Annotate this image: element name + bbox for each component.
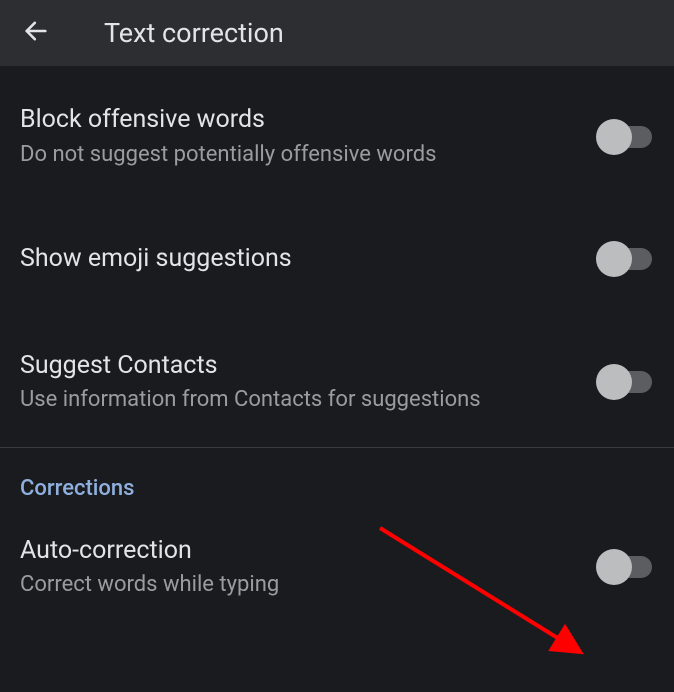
setting-desc: Use information from Contacts for sugges… xyxy=(20,386,580,415)
toggle-suggest-contacts[interactable] xyxy=(600,371,652,393)
setting-emoji-suggestions[interactable]: Show emoji suggestions xyxy=(0,221,674,298)
back-arrow-icon xyxy=(22,17,50,49)
setting-text: Show emoji suggestions xyxy=(20,243,600,276)
setting-auto-correction[interactable]: Auto-correction Correct words while typi… xyxy=(0,513,674,622)
setting-suggest-contacts[interactable]: Suggest Contacts Use information from Co… xyxy=(0,328,674,437)
setting-text: Block offensive words Do not suggest pot… xyxy=(20,104,600,169)
toggle-auto-correction[interactable] xyxy=(600,556,652,578)
toggle-thumb-icon xyxy=(596,119,632,155)
setting-text: Auto-correction Correct words while typi… xyxy=(20,535,600,600)
toggle-thumb-icon xyxy=(596,549,632,585)
toggle-thumb-icon xyxy=(596,241,632,277)
setting-title: Auto-correction xyxy=(20,535,580,568)
app-header: Text correction xyxy=(0,0,674,66)
toggle-thumb-icon xyxy=(596,364,632,400)
setting-title: Show emoji suggestions xyxy=(20,243,580,276)
toggle-block-offensive[interactable] xyxy=(600,126,652,148)
back-button[interactable] xyxy=(16,13,56,53)
toggle-emoji-suggestions[interactable] xyxy=(600,248,652,270)
section-header-corrections: Corrections xyxy=(0,448,674,513)
setting-desc: Do not suggest potentially offensive wor… xyxy=(20,141,580,170)
setting-title: Block offensive words xyxy=(20,104,580,137)
setting-text: Suggest Contacts Use information from Co… xyxy=(20,350,600,415)
setting-block-offensive[interactable]: Block offensive words Do not suggest pot… xyxy=(0,82,674,191)
page-title: Text correction xyxy=(104,17,284,49)
setting-title: Suggest Contacts xyxy=(20,350,580,383)
setting-desc: Correct words while typing xyxy=(20,571,580,600)
